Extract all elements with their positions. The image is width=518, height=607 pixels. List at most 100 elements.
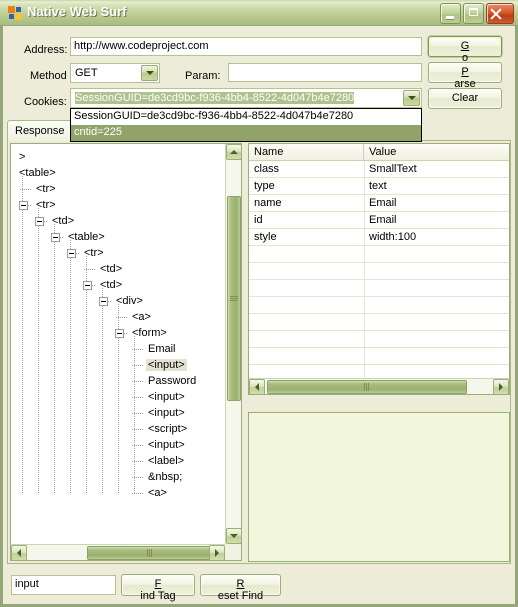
scroll-left-button[interactable] [11,545,27,560]
tree-vertical-scrollbar[interactable] [225,144,241,544]
reset-find-button[interactable]: Reset Find [200,574,281,602]
tree-node[interactable]: <td> [98,262,124,278]
tree-node[interactable]: <input> [146,390,187,406]
cookies-dropdown-option[interactable]: SessionGUID=de3cd9bc-f936-4bb4-8522-4d04… [71,109,421,125]
window-title: Native Web Surf [27,4,127,19]
tree-node[interactable]: <a> [130,310,153,326]
tree-node[interactable]: Password [146,374,198,390]
method-select[interactable]: GET [70,63,160,83]
attribute-row[interactable] [249,263,509,280]
attribute-row[interactable]: style width:100 [249,229,509,246]
cookies-select-value: SessionGUID=de3cd9bc-f936-4bb4-8522-4d04… [75,92,355,104]
attribute-grid-header: Name Value [249,144,509,161]
tree-vscroll-thumb[interactable] [227,196,241,401]
tree-node[interactable]: <label> [146,454,186,470]
maximize-button[interactable] [463,3,484,24]
tree-collapse-toggle[interactable] [51,233,60,242]
tree-node[interactable]: <script> [146,422,189,438]
scroll-down-button[interactable] [226,528,241,544]
tree-node-label: &nbsp; [148,471,183,483]
tree-node[interactable]: Email [146,342,178,358]
attribute-row[interactable] [249,331,509,348]
tree-node[interactable]: <input> [146,358,187,374]
tree-collapse-toggle[interactable] [67,249,76,258]
tab-response[interactable]: Response [7,120,73,141]
tree-node[interactable]: <div> [114,294,145,310]
tree-node-label: <td> [52,215,75,227]
column-header-name[interactable]: Name [249,144,364,160]
tree-collapse-toggle[interactable] [35,217,44,226]
column-header-value[interactable]: Value [364,144,509,160]
attribute-row[interactable]: name Email [249,195,509,212]
tree-node[interactable]: <tr> [82,246,106,262]
attribute-name-cell [249,348,364,364]
grid-horizontal-scrollbar[interactable] [249,378,509,394]
tree-node[interactable]: <form> [130,326,169,342]
tree-guide-line [38,208,39,494]
tree-guide-line [22,176,23,494]
attribute-row[interactable]: type text [249,178,509,195]
clear-button[interactable]: Clear [428,88,502,109]
tree-node[interactable]: <tr> [34,182,58,198]
caption-buttons [438,3,514,24]
attribute-row[interactable] [249,280,509,297]
attribute-row[interactable]: id Email [249,212,509,229]
output-textbox[interactable] [248,412,510,562]
tree-hscroll-thumb[interactable] [87,546,213,560]
tree-node[interactable]: <table> [17,166,58,182]
tree-horizontal-scrollbar[interactable] [11,544,225,560]
find-tag-button[interactable]: Find Tag [121,574,195,602]
tree-node[interactable]: <input> [146,406,187,422]
tree-node-label: Email [148,343,176,355]
tree-node[interactable]: <td> [98,278,124,294]
tree-collapse-toggle[interactable] [115,329,124,338]
chevron-down-icon[interactable] [403,90,420,106]
tree-guide-line [20,189,32,190]
chevron-down-icon[interactable] [141,65,158,81]
tree-guide-line [132,429,144,430]
attribute-row[interactable] [249,246,509,263]
address-label: Address: [24,44,68,56]
tree-node[interactable]: <tr> [34,198,58,214]
grip-icon [364,383,370,391]
close-button[interactable] [486,3,514,24]
tree-collapse-toggle[interactable] [19,201,28,210]
tree-node[interactable]: <table> [66,230,107,246]
dom-tree-view[interactable]: > <table> <tr> <tr> <td> <table> <tr> <td> <td> <… [10,143,242,561]
minimize-button[interactable] [440,3,461,24]
grid-hscroll-thumb[interactable] [267,380,467,394]
tree-guide-line [132,381,144,382]
scroll-up-button[interactable] [226,144,241,160]
tree-node[interactable]: &nbsp; [146,470,184,486]
attribute-row[interactable] [249,348,509,365]
tree-node[interactable]: <td> [50,214,76,230]
cookies-dropdown-list[interactable]: SessionGUID=de3cd9bc-f936-4bb4-8522-4d04… [70,108,422,142]
tree-collapse-toggle[interactable] [99,297,108,306]
tree-node-label: <label> [148,455,185,467]
param-input[interactable] [228,63,422,82]
tree-node[interactable]: <a> [146,486,169,502]
cookies-dropdown-option[interactable]: cntid=225 [71,125,421,141]
scroll-right-button[interactable] [493,379,509,394]
attribute-name-cell [249,314,364,330]
address-input[interactable]: http://www.codeproject.com [70,37,422,56]
scroll-right-button[interactable] [209,545,225,560]
attribute-row[interactable]: class SmallText [249,161,509,178]
scroll-left-button[interactable] [249,379,265,394]
tree-node-label: <input> [148,439,185,451]
find-input[interactable]: input [11,575,116,595]
attribute-row[interactable] [249,297,509,314]
parse-button[interactable]: Parse [428,62,502,90]
attribute-value-cell [364,348,509,364]
tree-guide-line [54,224,55,494]
attribute-grid[interactable]: Name Value class SmallText type text name Ema… [248,143,510,395]
tree-node-label: <a> [148,487,167,499]
tree-collapse-toggle[interactable] [83,281,92,290]
cookies-select[interactable]: SessionGUID=de3cd9bc-f936-4bb4-8522-4d04… [70,88,422,108]
attribute-row[interactable] [249,314,509,331]
tree-node-label: <script> [148,423,188,435]
title-bar[interactable]: Native Web Surf [0,0,518,26]
tree-node[interactable]: <input> [146,438,187,454]
go-button[interactable]: Go [428,36,502,64]
tree-guide-line [132,413,144,414]
